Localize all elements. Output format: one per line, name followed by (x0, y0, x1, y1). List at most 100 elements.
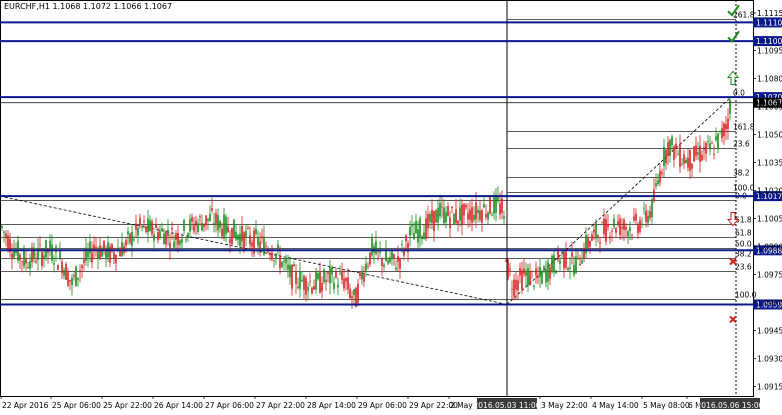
candle-body (595, 223, 597, 239)
candle-body (411, 224, 413, 227)
candle-body (519, 267, 521, 276)
candle-body (11, 253, 13, 259)
y-tick-label: 1.1005 (757, 215, 782, 224)
candle-body (167, 230, 169, 237)
candle-body (311, 287, 313, 294)
chart-window[interactable]: 261.80.0161.823.638.2100.00.061.861.850.… (0, 0, 782, 411)
y-tick-label: 1.0945 (757, 327, 782, 336)
candle-body (275, 253, 277, 258)
candle-body (455, 209, 457, 224)
candle-body (319, 271, 321, 293)
fib-level-label: 38.2 (733, 169, 750, 178)
x-tick-label: 29 Apr 06:00 (358, 401, 407, 410)
candle-body (189, 219, 191, 232)
candle-body (611, 230, 613, 232)
candle-body (51, 244, 53, 261)
candle-body (383, 264, 385, 267)
candle-body (231, 227, 233, 245)
candle-body (419, 218, 421, 238)
candle-body (467, 213, 469, 220)
candle-body (461, 204, 463, 226)
candle-body (537, 276, 539, 279)
candle-body (195, 221, 197, 226)
candle-body (673, 146, 675, 160)
candle-body (573, 264, 575, 276)
candle-body (137, 228, 139, 236)
candle-body (245, 230, 247, 238)
candle-body (593, 229, 595, 233)
candle-body (55, 246, 57, 253)
candle-body (703, 147, 705, 150)
candle-body (509, 268, 511, 271)
candle-body (79, 270, 81, 273)
candle-body (555, 270, 557, 274)
candle-body (463, 203, 465, 216)
fib-level-label: 161.8 (733, 123, 755, 132)
candle-body (75, 266, 77, 286)
candle-body (627, 231, 629, 237)
fib-level-label: 23.6 (735, 263, 752, 272)
candle-body (381, 258, 383, 267)
candle-body (165, 231, 167, 245)
candle-body (479, 210, 481, 221)
candle-body (423, 232, 425, 240)
candle-body (315, 271, 317, 290)
candle-body (77, 277, 79, 280)
candle-body (443, 207, 445, 224)
candle-body (131, 231, 133, 247)
candle-body (217, 215, 219, 231)
price-chart[interactable]: 261.80.0161.823.638.2100.00.061.861.850.… (0, 0, 782, 411)
candle-body (643, 207, 645, 209)
candle-body (59, 250, 61, 259)
candle-body (689, 149, 691, 171)
candle-body (367, 265, 369, 267)
candle-body (709, 143, 711, 150)
candle-body (39, 244, 41, 246)
candle-body (385, 250, 387, 262)
candle-body (157, 232, 159, 241)
candle-body (425, 218, 427, 239)
candle-body (505, 260, 507, 262)
candle-body (283, 260, 285, 262)
candle-body (327, 272, 329, 275)
fib-level-label: 50.0 (735, 240, 752, 249)
candle-body (209, 213, 211, 221)
candle-body (521, 270, 523, 290)
candle (233, 219, 235, 238)
candle-body (675, 143, 677, 149)
candle-body (113, 252, 115, 259)
x-tick-label: 3 May 22:00 (541, 401, 588, 410)
candle-body (371, 238, 373, 256)
candle-body (109, 246, 111, 263)
candle (75, 265, 77, 287)
candle-body (287, 264, 289, 270)
candle-body (135, 223, 137, 230)
x-tick-label: 28 Apr 14:00 (307, 401, 356, 410)
candle-body (211, 208, 213, 211)
candle-body (613, 218, 615, 227)
candle-body (507, 259, 509, 279)
candle-body (417, 229, 419, 243)
candle-body (615, 228, 617, 233)
candle-body (173, 241, 175, 248)
candle-body (201, 223, 203, 231)
y-tick-label: 1.1095 (757, 46, 782, 55)
candle-body (333, 282, 335, 290)
candle-body (91, 252, 93, 263)
candle-body (601, 222, 603, 224)
candle-body (71, 277, 73, 286)
candle-body (119, 251, 121, 257)
candle-body (179, 240, 181, 245)
candle-body (513, 279, 515, 297)
candle-body (667, 141, 669, 156)
y-tick-label: 1.0960 (757, 299, 782, 308)
candle-body (533, 285, 535, 288)
candle-body (721, 128, 723, 139)
candle-body (447, 206, 449, 216)
candle-body (571, 252, 573, 257)
candle-body (607, 224, 609, 228)
candle-body (725, 124, 727, 130)
candle-body (207, 218, 209, 222)
candle-body (717, 133, 719, 149)
candle-body (295, 271, 297, 284)
